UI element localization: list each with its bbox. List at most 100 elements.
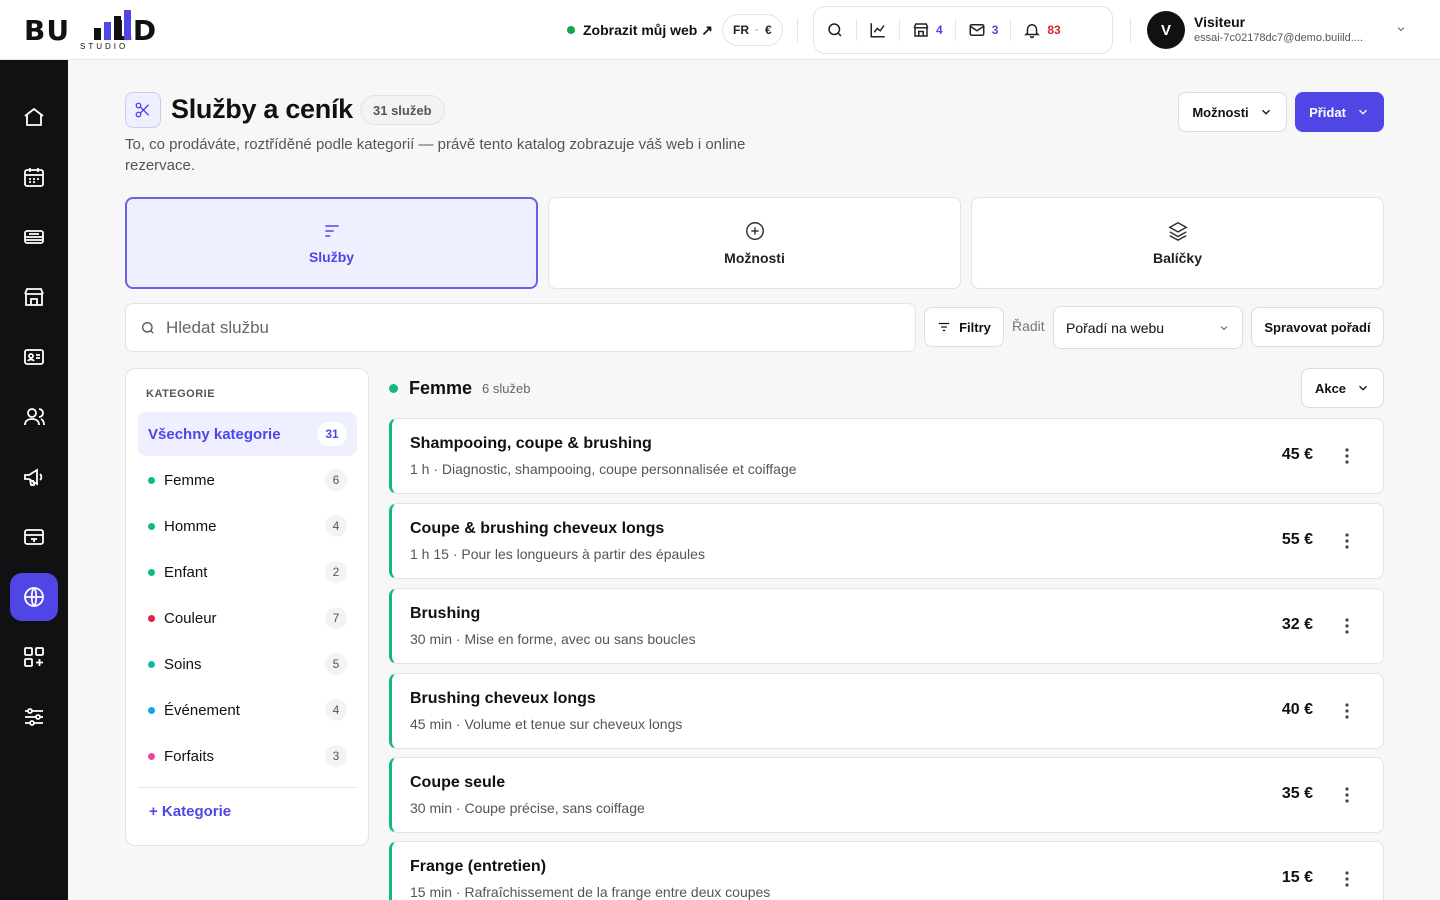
service-row[interactable]: Coupe seule 30 min · Coupe précise, sans… <box>389 757 1384 833</box>
manage-order-button[interactable]: Spravovat pořadí <box>1251 307 1384 347</box>
shop-button[interactable]: 4 <box>900 7 955 53</box>
sidebar-item-calendar[interactable] <box>10 153 58 201</box>
add-category-link[interactable]: + Kategorie <box>149 803 231 820</box>
category-item-evenement[interactable]: Événement 4 <box>138 690 357 730</box>
calendar-icon <box>24 168 44 187</box>
category-item-homme[interactable]: Homme 4 <box>138 506 357 546</box>
category-color-dot <box>148 752 155 760</box>
sidebar-item-website[interactable] <box>10 573 58 621</box>
service-price: 55 € <box>1281 531 1313 548</box>
service-description: 30 min · Coupe précise, sans coiffage <box>410 800 645 816</box>
tab-options[interactable]: Možnosti <box>548 197 961 289</box>
category-color-dot <box>148 660 155 668</box>
options-button[interactable]: Možnosti <box>1178 92 1287 132</box>
page-title: Služby a ceník <box>171 94 353 124</box>
category-item-label: Événement <box>164 701 240 719</box>
filters-button[interactable]: Filtry <box>924 307 1004 347</box>
notifications-button[interactable]: 83 <box>1011 7 1072 53</box>
more-vertical-icon[interactable] <box>1337 700 1357 722</box>
more-vertical-icon[interactable] <box>1337 868 1357 890</box>
mail-count-badge: 3 <box>991 23 999 37</box>
service-name: Brushing <box>410 605 481 622</box>
category-item-soins[interactable]: Soins 5 <box>138 644 357 684</box>
search-input[interactable] <box>166 317 886 338</box>
category-item-label: Enfant <box>164 563 208 581</box>
service-price: 32 € <box>1281 616 1313 633</box>
lines-icon <box>324 225 339 237</box>
more-vertical-icon[interactable] <box>1337 530 1357 552</box>
category-item-forfaits[interactable]: Forfaits 3 <box>138 736 357 776</box>
page-icon <box>125 92 161 128</box>
tab-packages-label: Balíčky <box>1152 250 1203 266</box>
service-description: 30 min · Mise en forme, avec ou sans bou… <box>410 631 696 647</box>
actions-button[interactable]: Akce <box>1301 368 1384 408</box>
sidebar-item-home[interactable] <box>10 93 58 141</box>
service-row[interactable]: Brushing cheveux longs 45 min · Volume e… <box>389 673 1384 749</box>
sidebar-item-inbox[interactable] <box>10 213 58 261</box>
category-item-label: Soins <box>164 655 202 673</box>
search-box <box>125 303 916 352</box>
user-menu[interactable]: V Visiteur essai-7c02178dc7@demo.buiild.… <box>1147 11 1417 49</box>
globe-icon <box>24 587 44 607</box>
category-color-dot <box>148 476 155 484</box>
sidebar-item-payments[interactable] <box>10 513 58 561</box>
top-bar: BULD STUDIO Zobrazit můj web ↗ FR · € 4 <box>0 0 1440 60</box>
search-button[interactable] <box>814 7 856 53</box>
sidebar-item-apps[interactable] <box>10 633 58 681</box>
service-name: Shampooing, coupe & brushing <box>410 435 652 452</box>
sidebar <box>0 60 68 900</box>
group-count: 6 služeb <box>482 380 531 396</box>
plus-circle-icon <box>745 222 764 240</box>
category-color-dot <box>148 614 155 622</box>
stats-button[interactable] <box>857 7 899 53</box>
chevron-down-icon <box>1358 109 1367 115</box>
logo-bars-icon <box>94 10 131 40</box>
sidebar-item-marketing[interactable] <box>10 453 58 501</box>
service-price: 35 € <box>1281 785 1313 802</box>
filter-icon <box>938 322 950 332</box>
category-all[interactable]: Všechny kategorie 31 <box>138 412 357 456</box>
tab-packages[interactable]: Balíčky <box>971 197 1384 289</box>
category-item-femme[interactable]: Femme 6 <box>138 460 357 500</box>
service-name: Brushing cheveux longs <box>410 690 596 707</box>
megaphone-icon <box>24 468 43 486</box>
add-button[interactable]: Přidat <box>1295 92 1384 132</box>
category-item-enfant[interactable]: Enfant 2 <box>138 552 357 592</box>
category-item-label: Forfaits <box>164 747 215 765</box>
more-vertical-icon[interactable] <box>1337 784 1357 806</box>
sidebar-item-settings[interactable] <box>10 693 58 741</box>
sort-select[interactable]: Pořadí na webu <box>1053 306 1243 349</box>
divider <box>797 18 798 42</box>
category-item-count: 3 <box>325 745 347 767</box>
service-count-badge: 31 služeb <box>360 95 445 125</box>
sidebar-item-users[interactable] <box>10 393 58 441</box>
service-row[interactable]: Shampooing, coupe & brushing 1 h · Diagn… <box>389 418 1384 494</box>
service-row[interactable]: Brushing 30 min · Mise en forme, avec ou… <box>389 588 1384 664</box>
service-row[interactable]: Frange (entretien) 15 min · Rafraîchisse… <box>389 841 1384 900</box>
store-icon <box>913 23 929 37</box>
chart-line-icon <box>870 23 885 38</box>
category-color-dot <box>148 522 155 530</box>
more-vertical-icon[interactable] <box>1337 445 1357 467</box>
sliders-icon <box>25 708 43 726</box>
scissors-icon <box>135 102 150 118</box>
actions-button-label: Akce <box>1314 380 1347 396</box>
group-color-dot <box>389 383 398 393</box>
view-my-web-link[interactable]: Zobrazit můj web ↗ <box>567 20 713 40</box>
apps-add-icon <box>24 647 44 667</box>
service-row[interactable]: Coupe & brushing cheveux longs 1 h 15 · … <box>389 503 1384 579</box>
filters-button-label: Filtry <box>959 319 991 335</box>
group-name: Femme <box>409 377 473 398</box>
category-item-count: 4 <box>325 699 347 721</box>
sidebar-item-contacts[interactable] <box>10 333 58 381</box>
search-icon <box>828 23 842 37</box>
sidebar-item-store[interactable] <box>10 273 58 321</box>
language-currency-selector[interactable]: FR · € <box>722 14 783 46</box>
brand-logo[interactable]: BU LD STUDIO <box>24 8 184 52</box>
messages-button[interactable]: 3 <box>956 7 1011 53</box>
category-item-couleur[interactable]: Couleur 7 <box>138 598 357 638</box>
more-vertical-icon[interactable] <box>1337 615 1357 637</box>
avatar: V <box>1147 11 1185 49</box>
category-all-label: Všechny kategorie <box>148 425 281 443</box>
tab-services[interactable]: Služby <box>125 197 538 289</box>
